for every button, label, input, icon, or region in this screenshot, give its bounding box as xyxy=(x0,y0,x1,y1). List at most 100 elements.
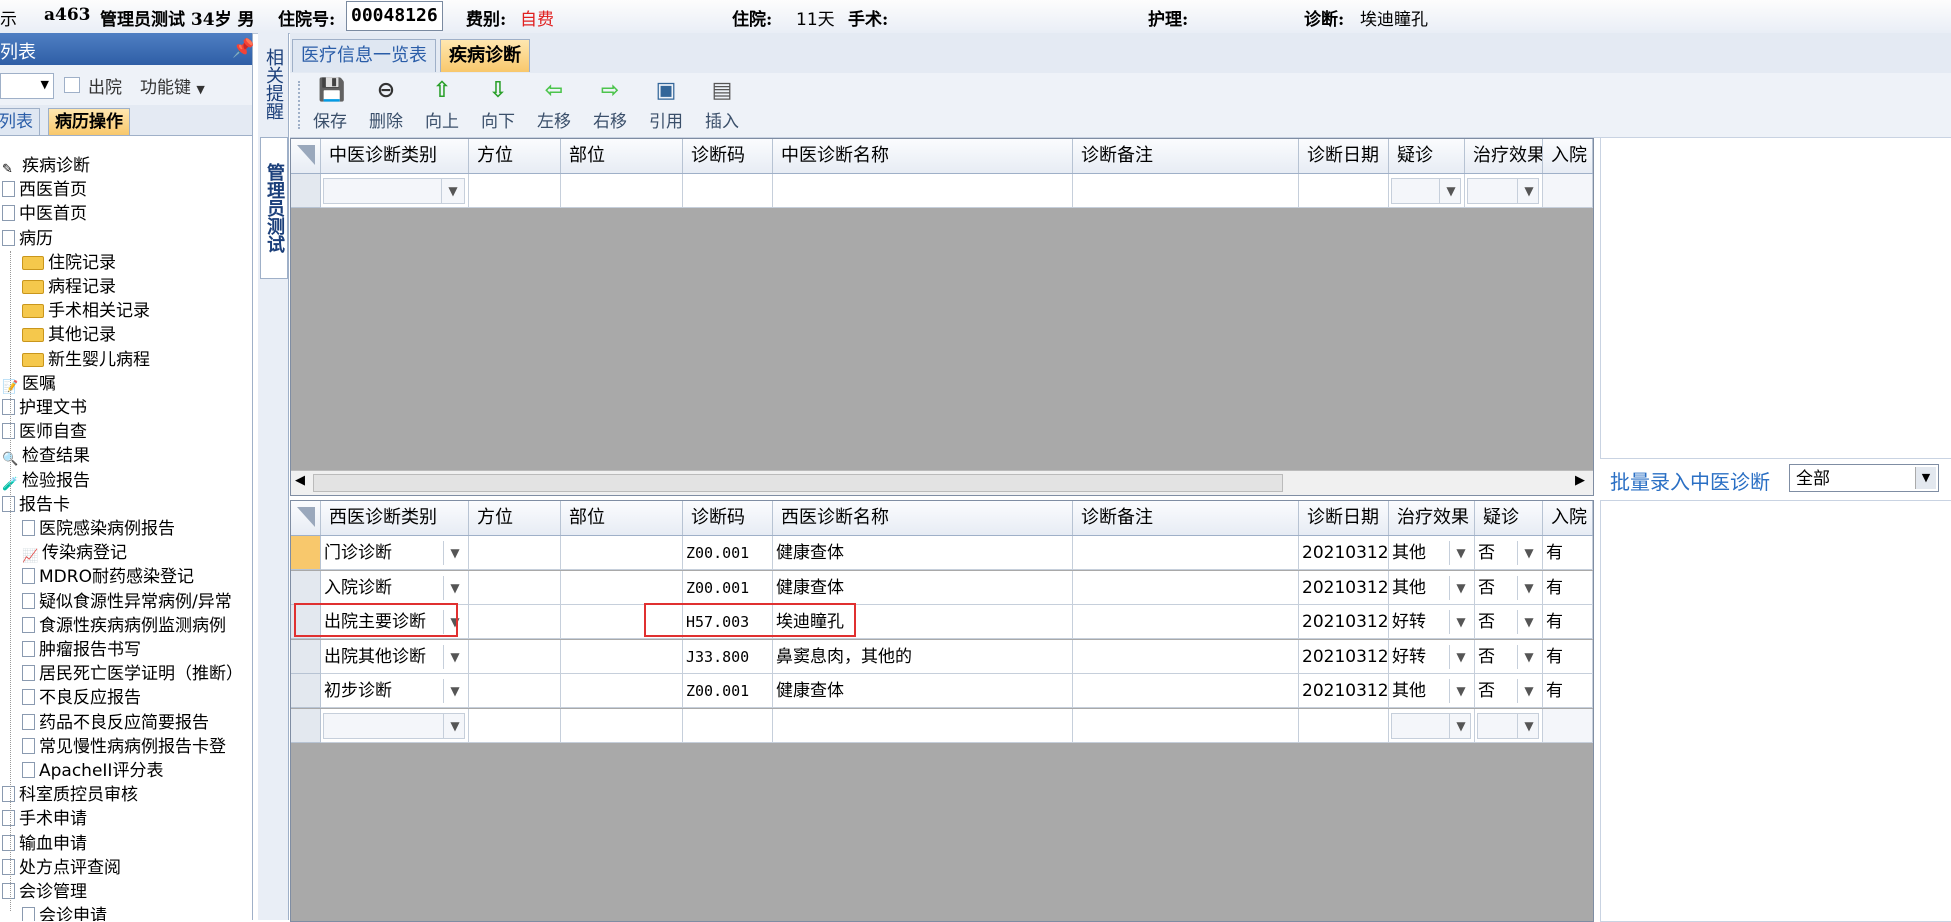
table-row[interactable]: ▼ ▼ ▼ xyxy=(291,708,1593,743)
column-header[interactable]: 诊断日期 xyxy=(1299,501,1389,535)
chevron-down-icon[interactable]: ▼ xyxy=(1517,644,1540,669)
table-row[interactable]: ▼ 出院其他诊断 J33.800 鼻窦息肉，其他的 20210312 ▼ 好转 ▼ 否有 xyxy=(291,639,1593,674)
table-cell[interactable]: Z00.001 xyxy=(683,674,773,708)
arrow-right-icon[interactable]: ▶ xyxy=(1575,473,1585,488)
tree-item[interactable]: 药品不良反应简要报告 xyxy=(22,711,209,735)
table-row[interactable]: ▼ 出院主要诊断 H57.003 埃迪瞳孔 20210312 ▼ 好转 ▼ 否有 xyxy=(291,605,1593,639)
table-cell[interactable] xyxy=(561,708,683,743)
toolbar-grip[interactable] xyxy=(298,81,304,129)
column-header[interactable]: 入院 xyxy=(1543,139,1593,173)
column-header[interactable]: 中医诊断类别 xyxy=(321,139,469,173)
row-header[interactable] xyxy=(291,708,321,743)
tree-item[interactable]: 病历 xyxy=(2,227,53,251)
tree-item[interactable]: 🔍 检查结果 xyxy=(2,444,90,468)
chevron-down-icon[interactable]: ▼ xyxy=(1517,541,1540,565)
chevron-down-icon[interactable]: ▼ xyxy=(1449,541,1472,565)
row-header[interactable] xyxy=(291,570,321,605)
tree-item[interactable]: 会诊申请 xyxy=(22,904,107,921)
column-header[interactable]: 入院 xyxy=(1543,501,1593,535)
table-cell[interactable]: 20210312 xyxy=(1299,536,1389,570)
table-cell[interactable]: ▼ 出院其他诊断 xyxy=(321,639,469,674)
table-cell[interactable] xyxy=(561,536,683,570)
table-cell[interactable]: ▼ 门诊诊断 xyxy=(321,536,469,570)
table-cell[interactable] xyxy=(469,536,561,570)
row-header[interactable] xyxy=(291,674,321,708)
save-button[interactable]: 💾 保存 xyxy=(305,77,355,133)
tree-item[interactable]: 会诊管理 xyxy=(2,880,87,904)
table-cell[interactable] xyxy=(561,605,683,639)
table-cell[interactable]: H57.003 xyxy=(683,605,773,639)
tree-item[interactable]: 不良反应报告 xyxy=(22,686,141,710)
hosp-no-field[interactable]: 00048126 xyxy=(346,1,443,31)
table-cell[interactable]: 健康查体 xyxy=(773,570,1073,605)
insert-button[interactable]: ▤ 插入 xyxy=(697,77,747,133)
table-cell[interactable]: ▼ xyxy=(1389,708,1475,743)
tree-item[interactable]: ApacheII评分表 xyxy=(22,759,163,783)
cell[interactable] xyxy=(683,174,773,208)
chevron-down-icon[interactable]: ▼ xyxy=(1449,713,1472,738)
table-cell[interactable] xyxy=(1543,708,1593,743)
tab-list[interactable]: 列表 xyxy=(0,108,40,135)
table-cell[interactable]: 20210312 xyxy=(1299,674,1389,708)
tree-item[interactable]: 其他记录 xyxy=(22,323,116,347)
column-header[interactable]: 西医诊断名称 xyxy=(773,501,1073,535)
table-cell[interactable]: ▼ xyxy=(1475,708,1543,743)
tab-medical-overview[interactable]: 医疗信息一览表 xyxy=(292,39,436,72)
table-cell[interactable]: 有 xyxy=(1543,536,1593,570)
column-header[interactable]: 方位 xyxy=(469,501,561,535)
cell[interactable] xyxy=(1543,174,1593,208)
discharge-checkbox[interactable] xyxy=(64,77,80,93)
row-header[interactable] xyxy=(291,605,321,639)
tree-item[interactable]: 手术相关记录 xyxy=(22,299,150,323)
tree-item[interactable]: 护理文书 xyxy=(2,396,87,420)
table-row[interactable]: ▼ 入院诊断 Z00.001 健康查体 20210312 ▼ 其他 ▼ 否有 xyxy=(291,570,1593,605)
table-cell[interactable]: J33.800 xyxy=(683,639,773,674)
chevron-down-icon[interactable]: ▼ xyxy=(1517,575,1540,600)
column-header[interactable]: 部位 xyxy=(561,139,683,173)
table-cell[interactable]: ▼ 否 xyxy=(1475,605,1543,639)
table-cell[interactable]: ▼ 否 xyxy=(1475,674,1543,708)
column-header[interactable]: 部位 xyxy=(561,501,683,535)
table-cell[interactable]: ▼ 入院诊断 xyxy=(321,570,469,605)
scroll-thumb[interactable] xyxy=(313,474,1283,492)
tree-item[interactable]: 中医首页 xyxy=(2,202,87,226)
table-cell[interactable] xyxy=(561,639,683,674)
tab-patient[interactable]: 管理员测试 xyxy=(260,137,288,279)
column-header[interactable]: 诊断码 xyxy=(683,139,773,173)
column-header[interactable]: 诊断码 xyxy=(683,501,773,535)
batch-filter-select[interactable]: 全部 ▼ xyxy=(1789,464,1939,492)
chevron-down-icon[interactable]: ▼ xyxy=(1449,575,1472,600)
column-header[interactable]: 治疗效果 xyxy=(1465,139,1543,173)
tree-item[interactable]: 手术申请 xyxy=(2,807,87,831)
quote-button[interactable]: ▣ 引用 xyxy=(641,77,691,133)
table-cell[interactable] xyxy=(1073,639,1299,674)
table-cell[interactable]: 有 xyxy=(1543,674,1593,708)
table-cell[interactable]: ▼ 其他 xyxy=(1389,674,1475,708)
tree-item[interactable]: 医师自查 xyxy=(2,420,87,444)
table-cell[interactable]: 20210312 xyxy=(1299,639,1389,674)
column-header[interactable]: 疑诊 xyxy=(1475,501,1543,535)
cell[interactable] xyxy=(561,174,683,208)
chevron-down-icon[interactable]: ▼ xyxy=(1439,179,1462,203)
row-header[interactable] xyxy=(291,639,321,674)
arrow-right-button[interactable]: ⇨ 右移 xyxy=(585,77,635,133)
column-header[interactable]: 诊断备注 xyxy=(1073,139,1299,173)
table-cell[interactable]: 20210312 xyxy=(1299,570,1389,605)
tree-item[interactable]: 处方点评查阅 xyxy=(2,856,121,880)
table-cell[interactable] xyxy=(469,605,561,639)
tab-record-ops[interactable]: 病历操作 xyxy=(48,108,130,135)
chevron-down-icon[interactable]: ▼ xyxy=(1517,679,1540,703)
table-cell[interactable]: Z00.001 xyxy=(683,536,773,570)
table-cell[interactable]: 20210312 xyxy=(1299,605,1389,639)
cell[interactable] xyxy=(469,174,561,208)
arrow-left-button[interactable]: ⇦ 左移 xyxy=(529,77,579,133)
arrow-up-button[interactable]: ⇧ 向上 xyxy=(417,77,467,133)
table-cell[interactable]: 鼻窦息肉，其他的 xyxy=(773,639,1073,674)
tree-item[interactable]: 医院感染病例报告 xyxy=(22,517,175,541)
table-cell[interactable]: Z00.001 xyxy=(683,570,773,605)
column-header[interactable]: 西医诊断类别 xyxy=(321,501,469,535)
table-cell[interactable]: ▼ xyxy=(321,708,469,743)
column-header[interactable]: 诊断备注 xyxy=(1073,501,1299,535)
chevron-down-icon[interactable]: ▼ xyxy=(443,713,466,738)
table-cell[interactable]: ▼ 好转 xyxy=(1389,605,1475,639)
